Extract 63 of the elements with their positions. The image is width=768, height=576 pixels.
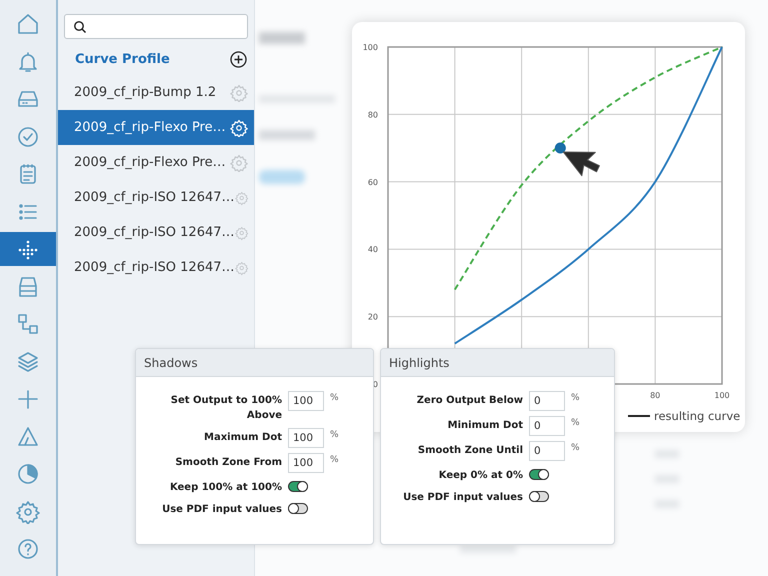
legend-label: resulting curve	[654, 409, 740, 423]
unit-label: %	[330, 454, 339, 465]
search-icon	[73, 20, 87, 34]
x-tick-label: 100	[714, 391, 730, 400]
toggle-switch[interactable]	[529, 469, 549, 480]
profile-item[interactable]: 2009_cf_rip-Bump 1.2	[58, 75, 254, 110]
add-icon[interactable]	[230, 51, 247, 68]
unit-label: %	[571, 417, 580, 428]
setting-label: Maximum Dot	[203, 431, 282, 445]
profile-item[interactable]: 2009_cf_rip-ISO 12647…	[58, 180, 254, 215]
number-field[interactable]: 100	[288, 428, 324, 448]
setting-label: Smooth Zone Until	[416, 444, 523, 458]
number-field[interactable]: 0	[529, 441, 565, 461]
setting-label: Zero Output Below	[416, 394, 523, 408]
number-field[interactable]: 0	[529, 416, 565, 436]
blurred-placeholder	[259, 170, 305, 184]
setting-label: Keep 0% at 0%	[438, 469, 523, 483]
setting-label: Smooth Zone From	[174, 456, 282, 470]
cursor-icon	[562, 152, 600, 176]
y-tick-label: 20	[368, 312, 378, 322]
number-field[interactable]: 100	[288, 391, 324, 411]
unit-label: %	[330, 392, 339, 403]
toggle-switch[interactable]	[529, 491, 549, 502]
y-tick-label: 80	[368, 110, 378, 120]
blurred-placeholder	[259, 130, 315, 140]
profile-item[interactable]: 2009_cf_rip-ISO 12647…	[58, 250, 254, 285]
profile-item[interactable]: 2009_cf_rip-ISO 12647…	[58, 215, 254, 250]
pie-icon	[16, 462, 40, 486]
search-field[interactable]	[64, 14, 248, 39]
setting-label: Keep 100% at 100%	[168, 481, 282, 495]
unit-label: %	[571, 442, 580, 453]
triangle-icon	[16, 424, 40, 448]
y-tick-label: 60	[368, 178, 378, 187]
toggle-switch[interactable]	[288, 503, 308, 514]
layers-icon	[16, 350, 40, 374]
profile-item[interactable]: 2009_cf_rip-Flexo Pre…	[58, 110, 254, 145]
setting-label: Set Output to 100% Above	[170, 394, 282, 423]
help-icon	[16, 537, 40, 561]
toggle-switch[interactable]	[288, 481, 308, 492]
home-icon	[16, 12, 40, 36]
tray-icon	[16, 274, 40, 298]
y-tick-label: 40	[368, 245, 378, 254]
list-title: Curve Profile	[75, 52, 170, 67]
number-field[interactable]: 100	[288, 453, 324, 473]
unit-label: %	[571, 392, 580, 403]
setting-label: Use PDF input values	[402, 491, 523, 505]
y-tick-label: 100	[362, 43, 378, 52]
panel-title: Highlights	[389, 356, 450, 370]
nodes-icon	[16, 312, 40, 336]
legend-line	[628, 415, 650, 417]
nav-button[interactable]	[0, 232, 56, 266]
panel-title: Shadows	[144, 356, 198, 370]
unit-label: %	[330, 429, 339, 440]
setting-label: Use PDF input values	[161, 503, 282, 517]
blurred-placeholder	[460, 545, 516, 553]
x-tick-label: 80	[650, 391, 660, 400]
check-icon	[16, 124, 40, 148]
curve-handle[interactable]	[554, 142, 566, 154]
gear-icon	[16, 500, 40, 524]
number-field[interactable]: 0	[529, 391, 565, 411]
blurred-placeholder	[259, 32, 305, 44]
profile-item[interactable]: 2009_cf_rip-Flexo Pre…	[58, 145, 254, 180]
setting-label: Minimum Dot	[446, 419, 523, 433]
